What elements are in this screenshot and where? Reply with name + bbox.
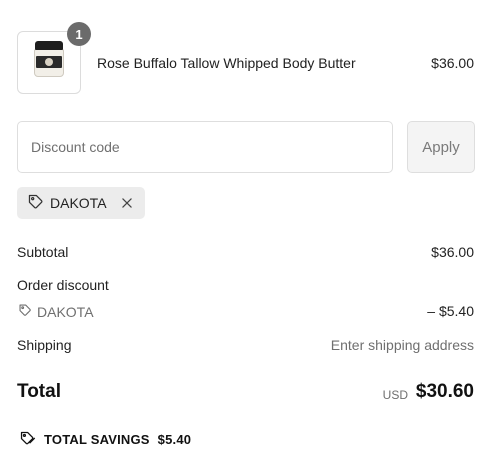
total-label: Total [17,381,61,402]
product-name: Rose Buffalo Tallow Whipped Body Butter [97,55,356,71]
total-value: $30.60 [415,381,474,402]
shipping-value: Enter shipping address [330,337,474,353]
total-savings: TOTAL SAVINGS $5.40 [18,430,191,449]
tag-icon [27,193,44,213]
shipping-label: Shipping [17,337,72,353]
apply-discount-button[interactable]: Apply [407,121,475,173]
quantity-badge: 1 [67,22,91,46]
subtotal-label: Subtotal [17,244,69,260]
discount-code-name: DAKOTA [37,303,94,320]
tag-icon [18,430,36,449]
product-price: $36.00 [431,55,474,71]
currency-code: USD [382,388,408,402]
applied-discount-code: DAKOTA [50,195,107,211]
tag-icon [18,303,32,320]
discount-code-input[interactable] [17,121,393,173]
subtotal-value: $36.00 [431,244,474,260]
close-icon[interactable] [119,195,135,211]
discount-value: – $5.40 [427,303,474,319]
order-discount-label: Order discount [17,277,109,293]
total-savings-value: $5.40 [157,432,192,447]
discount-code-row: DAKOTA [18,303,94,320]
total-savings-label: TOTAL SAVINGS [44,432,150,447]
applied-discount-chip: DAKOTA [17,187,145,219]
product-image-lid [35,41,63,50]
product-image-logo [45,58,53,66]
